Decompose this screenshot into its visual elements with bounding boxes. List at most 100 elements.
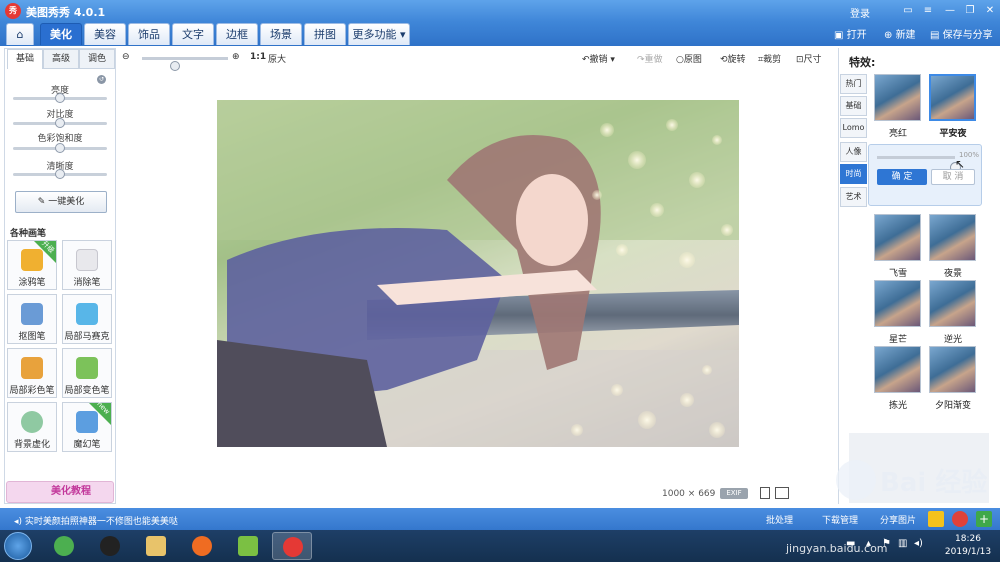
weibo-icon[interactable] — [952, 511, 968, 527]
cutout-pen-tool[interactable]: 抠图笔 — [7, 294, 57, 344]
strength-slider[interactable] — [877, 156, 961, 173]
category-art[interactable]: 艺术 — [840, 187, 867, 207]
effect-thumb-lianghong[interactable] — [874, 74, 921, 121]
batch-button[interactable]: 批处理 — [766, 513, 793, 526]
new-button[interactable]: ⊕ 新建 — [884, 26, 916, 41]
saturation-slider[interactable] — [13, 143, 107, 153]
contrast-slider[interactable] — [13, 118, 107, 128]
times-sign: × — [687, 489, 696, 499]
effect-thumb-jianguang[interactable] — [874, 346, 921, 393]
taskbar-explorer[interactable] — [136, 532, 176, 560]
category-lomo[interactable]: Lomo — [840, 118, 867, 138]
volume-icon[interactable]: ◂) — [914, 538, 923, 549]
crop-label: 裁剪 — [763, 55, 782, 65]
effect-strength-popup: 100% 确 定 取 消 — [868, 144, 982, 206]
subtab-color[interactable]: 调色 — [79, 49, 115, 69]
effect-thumb-yejing[interactable] — [929, 214, 976, 261]
effect-thumb-niguang[interactable] — [929, 280, 976, 327]
confirm-button[interactable]: 确 定 — [877, 169, 927, 185]
taskbar-player[interactable] — [228, 532, 268, 560]
original-size-button[interactable]: 原大 — [268, 52, 286, 65]
effect-thumb-pinganye[interactable] — [929, 74, 976, 121]
tab-frame[interactable]: 边框 — [216, 23, 258, 45]
slider-knob[interactable] — [55, 93, 65, 103]
category-basic[interactable]: 基础 — [840, 96, 867, 116]
one-key-beautify-button[interactable]: ✎ 一键美化 — [15, 191, 107, 213]
taskbar-qq[interactable] — [90, 532, 130, 560]
menu-icon[interactable]: ≡ — [920, 3, 936, 18]
save-share-button[interactable]: ▤ 保存与分享 — [930, 26, 993, 41]
star-icon[interactable] — [928, 511, 944, 527]
download-manager-button[interactable]: 下载管理 — [822, 513, 858, 526]
message-icon[interactable]: ▭ — [900, 3, 916, 18]
effect-thumb-xingmang[interactable] — [874, 280, 921, 327]
tab-beautify[interactable]: 美化 — [40, 23, 82, 45]
color-pen-tool[interactable]: 局部彩色笔 — [7, 348, 57, 398]
tool-label: 局部彩色笔 — [9, 386, 55, 396]
background-blur-tool[interactable]: 背景虚化 — [7, 402, 57, 452]
eraser-pen-tool[interactable]: 消除笔 — [62, 240, 112, 290]
tab-accessories[interactable]: 饰品 — [128, 23, 170, 45]
save-label: 保存与分享 — [942, 30, 993, 41]
tab-text[interactable]: 文字 — [172, 23, 214, 45]
category-hot[interactable]: 热门 — [840, 74, 867, 94]
home-tab[interactable]: ⌂ — [6, 23, 34, 45]
brightness-slider[interactable] — [13, 93, 107, 103]
tab-more[interactable]: 更多功能 ▾ — [348, 23, 410, 45]
slider-knob[interactable] — [55, 118, 65, 128]
mosaic-tool[interactable]: 局部马赛克 — [62, 294, 112, 344]
zoom-in-icon[interactable]: ⊕ — [232, 52, 240, 62]
effect-thumb-xiyang[interactable] — [929, 346, 976, 393]
undo-button[interactable]: ↶撤销 ▾ — [582, 52, 615, 65]
slider-knob[interactable] — [55, 143, 65, 153]
open-button[interactable]: ▣ 打开 — [834, 26, 867, 41]
folder-icon: ▣ — [834, 30, 847, 41]
zoom-out-icon[interactable]: ⊖ — [122, 52, 130, 62]
status-promo-link[interactable]: ◂) 实时美颜拍照神器一不修图也能美美哒 — [14, 514, 178, 527]
category-fashion[interactable]: 时尚 — [840, 164, 867, 184]
network-icon[interactable]: ▥ — [898, 538, 907, 549]
exif-button[interactable]: EXIF — [720, 488, 748, 499]
photo-canvas[interactable] — [217, 100, 739, 447]
crop-button[interactable]: ⌗裁剪 — [758, 52, 781, 65]
eraser-icon — [76, 249, 98, 271]
taskbar-app-1[interactable] — [44, 532, 84, 560]
close-button[interactable]: ✕ — [982, 3, 998, 18]
zoom-knob[interactable] — [169, 61, 180, 71]
graffiti-pen-tool[interactable]: 涂鸦笔 升级 — [7, 239, 57, 290]
tab-beauty[interactable]: 美容 — [84, 23, 126, 45]
resize-label: 尺寸 — [803, 55, 822, 65]
rotate-button[interactable]: ⟲旋转 — [720, 52, 746, 65]
effect-thumb-feixue[interactable] — [874, 214, 921, 261]
start-button[interactable] — [4, 532, 32, 560]
system-clock[interactable]: 18:26 2019/1/13 — [940, 533, 996, 559]
tutorial-button[interactable]: 美化教程 — [6, 481, 114, 503]
add-icon[interactable]: + — [976, 511, 992, 527]
tab-scene[interactable]: 场景 — [260, 23, 302, 45]
cancel-button[interactable]: 取 消 — [931, 169, 975, 185]
subtab-advanced[interactable]: 高级 — [43, 49, 79, 69]
slider-knob[interactable] — [55, 169, 65, 179]
login-link[interactable]: 登录 — [850, 5, 870, 20]
subtab-basic[interactable]: 基础 — [7, 49, 43, 69]
compare-view-icon[interactable] — [775, 487, 789, 499]
plus-icon: ⊕ — [884, 30, 896, 41]
ratio-1-1-button[interactable]: 1:1 — [250, 52, 266, 62]
resize-button[interactable]: ⊡尺寸 — [796, 52, 822, 65]
sharpness-slider[interactable] — [13, 169, 107, 179]
recolor-pen-tool[interactable]: 局部变色笔 — [62, 348, 112, 398]
share-image-button[interactable]: 分享图片 — [880, 513, 916, 526]
tab-collage[interactable]: 拼图 — [304, 23, 346, 45]
zoom-slider[interactable] — [142, 57, 228, 71]
redo-button[interactable]: ↷重做 — [637, 52, 663, 65]
single-view-icon[interactable] — [760, 487, 770, 499]
original-button[interactable]: ○原图 — [676, 52, 702, 65]
category-portrait[interactable]: 人像 — [840, 142, 867, 162]
redo-label: 重做 — [644, 55, 663, 65]
maximize-button[interactable]: ❐ — [962, 3, 978, 18]
minimize-button[interactable]: — — [942, 3, 958, 18]
magic-pen-tool[interactable]: 魔幻笔 new — [62, 400, 112, 452]
effect-label: 平安夜 — [939, 129, 967, 139]
taskbar-firefox[interactable] — [182, 532, 222, 560]
taskbar-meitu[interactable] — [272, 532, 312, 560]
